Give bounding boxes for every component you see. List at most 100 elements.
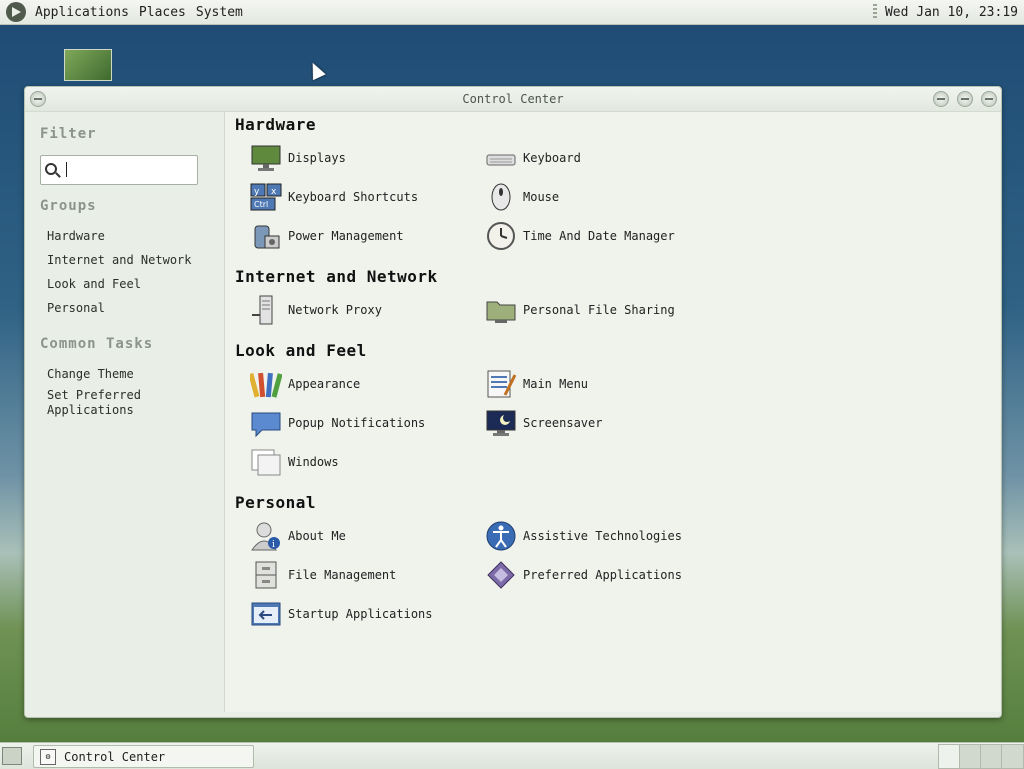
svg-text:Ctrl: Ctrl (254, 200, 268, 209)
svg-text:y: y (254, 187, 260, 197)
bottom-panel: ⚙ Control Center (0, 742, 1024, 769)
appearance-icon (248, 369, 283, 399)
item-file-management[interactable]: File Management (250, 560, 396, 590)
item-displays[interactable]: Displays (250, 143, 346, 173)
accessibility-icon (485, 521, 517, 551)
item-preferred-applications[interactable]: Preferred Applications (485, 560, 682, 590)
item-keyboard[interactable]: Keyboard (485, 143, 581, 173)
common-tasks-heading: Common Tasks (40, 336, 154, 352)
item-network-proxy[interactable]: Network Proxy (250, 295, 382, 325)
menu-applications[interactable]: Applications (30, 5, 134, 20)
svg-text:x: x (271, 187, 277, 197)
item-label: Displays (288, 151, 346, 165)
display-icon (250, 143, 282, 173)
item-main-menu[interactable]: Main Menu (485, 369, 588, 399)
item-startup-applications[interactable]: Startup Applications (250, 599, 433, 629)
clock-icon (485, 221, 517, 251)
maximize-button[interactable] (957, 91, 973, 107)
item-windows[interactable]: Windows (250, 447, 339, 477)
taskbar-item-label: Control Center (64, 749, 166, 764)
power-management-icon (250, 221, 282, 251)
network-proxy-icon (250, 295, 282, 325)
screensaver-icon (485, 408, 517, 438)
item-time-date[interactable]: Time And Date Manager (485, 221, 675, 251)
folder-share-icon (485, 295, 517, 325)
text-caret (66, 162, 67, 177)
task-change-theme[interactable]: Change Theme (47, 367, 217, 382)
group-link-internet-network[interactable]: Internet and Network (47, 253, 217, 268)
show-desktop-icon[interactable] (2, 747, 22, 765)
item-label: Time And Date Manager (523, 229, 675, 243)
item-personal-file-sharing[interactable]: Personal File Sharing (485, 295, 675, 325)
top-panel: Applications Places System Wed Jan 10, 2… (0, 0, 1024, 25)
keyboard-icon (485, 143, 517, 173)
workspace-3[interactable] (980, 744, 1002, 769)
mouse-icon (485, 182, 517, 212)
item-power-management[interactable]: Power Management (250, 221, 404, 251)
item-about-me[interactable]: i About Me (250, 521, 346, 551)
item-label: File Management (288, 568, 397, 582)
item-label: Main Menu (523, 377, 589, 391)
task-set-preferred-apps[interactable]: Set Preferred Applications (47, 388, 187, 418)
item-label: Appearance (288, 377, 361, 391)
item-assistive-technologies[interactable]: Assistive Technologies (485, 521, 682, 551)
workspace-2[interactable] (959, 744, 981, 769)
control-center-icon: ⚙ (40, 748, 56, 765)
item-label: Screensaver (523, 416, 603, 430)
menu-places[interactable]: Places (134, 5, 191, 20)
minimize-button[interactable] (933, 91, 949, 107)
group-link-personal[interactable]: Personal (47, 301, 217, 316)
window-menu-button[interactable] (30, 91, 46, 107)
close-button[interactable] (981, 91, 997, 107)
groups-heading: Groups (40, 198, 97, 214)
window-titlebar[interactable]: Control Center (25, 87, 1001, 112)
filter-heading: Filter (40, 126, 97, 142)
section-title-hardware: Hardware (235, 115, 317, 134)
clock[interactable]: Wed Jan 10, 23:19 (885, 5, 1018, 20)
sidebar: Filter Groups Hardware Internet and Netw… (25, 112, 223, 712)
workspace-1[interactable] (938, 744, 960, 769)
keyboard-shortcuts-icon: y x Ctrl (250, 182, 282, 212)
item-label: Startup Applications (288, 607, 433, 621)
workspace-4[interactable] (1001, 744, 1024, 769)
item-label: Network Proxy (288, 303, 382, 317)
item-keyboard-shortcuts[interactable]: y x Ctrl Keyboard Shortcuts (250, 182, 418, 212)
preferred-apps-icon (485, 560, 517, 590)
item-screensaver[interactable]: Screensaver (485, 408, 602, 438)
item-label: Assistive Technologies (523, 529, 682, 543)
taskbar-item-control-center[interactable]: ⚙ Control Center (33, 745, 254, 768)
notification-icon (250, 408, 282, 438)
panel-grip-icon (872, 4, 877, 20)
content-pane: Hardware Displays Keyboard y x Ctrl Keyboa… (224, 112, 1000, 712)
item-label: Mouse (523, 190, 560, 204)
startup-icon (250, 599, 282, 629)
file-cabinet-icon (250, 560, 282, 590)
group-link-look-feel[interactable]: Look and Feel (47, 277, 217, 292)
group-link-hardware[interactable]: Hardware (47, 229, 217, 244)
item-mouse[interactable]: Mouse (485, 182, 559, 212)
desktop-computer-icon[interactable] (64, 49, 112, 85)
search-input[interactable] (40, 155, 198, 185)
svg-text:i: i (272, 540, 275, 550)
distro-logo-icon[interactable] (6, 2, 26, 22)
item-label: Popup Notifications (288, 416, 426, 430)
item-popup-notifications[interactable]: Popup Notifications (250, 408, 425, 438)
item-label: Power Management (288, 229, 404, 243)
item-label: Windows (288, 455, 339, 469)
item-label: Keyboard (523, 151, 581, 165)
mouse-cursor-icon (306, 59, 326, 81)
item-label: About Me (288, 529, 346, 543)
control-center-window: Control Center Filter Groups Hardware In… (24, 86, 1002, 718)
search-icon (45, 163, 57, 175)
section-title-internet-network: Internet and Network (235, 267, 438, 286)
section-title-personal: Personal (235, 493, 317, 512)
window-title: Control Center (462, 92, 564, 106)
item-label: Personal File Sharing (523, 303, 675, 317)
item-label: Keyboard Shortcuts (288, 190, 419, 204)
about-me-icon: i (250, 521, 282, 551)
menu-system[interactable]: System (191, 5, 248, 20)
item-appearance[interactable]: Appearance (248, 369, 361, 399)
main-menu-icon (485, 369, 517, 399)
windows-icon (250, 447, 282, 477)
item-label: Preferred Applications (523, 568, 682, 582)
